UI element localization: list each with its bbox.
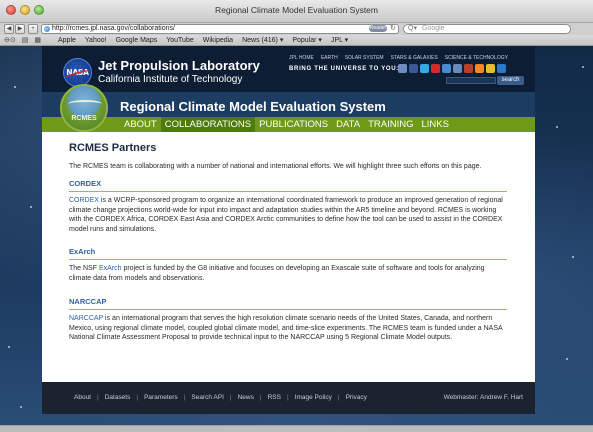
jpl-top-link[interactable]: STARS & GALAXIES	[391, 55, 438, 61]
cordex-link[interactable]: CORDEX	[69, 197, 99, 204]
twitter-icon[interactable]	[420, 64, 429, 73]
footer-link[interactable]: Datasets	[105, 394, 131, 401]
browser-toolbar: ◀ ▶ + http://rcmes.jpl.nasa.gov/collabor…	[0, 23, 593, 35]
rcmes-title: Regional Climate Model Evaluation System	[120, 99, 386, 114]
bookmark-item[interactable]: Popular ▾	[292, 36, 322, 45]
footer-link[interactable]: Privacy	[346, 394, 367, 401]
address-bar[interactable]: http://rcmes.jpl.nasa.gov/collaborations…	[41, 24, 399, 34]
search-input[interactable]: Q▾ Google	[403, 24, 571, 34]
reading-list-icon[interactable]: ⊖⊙	[4, 36, 16, 45]
web-page: NASA Jet Propulsion Laboratory Californi…	[42, 46, 535, 414]
flickr-icon[interactable]	[442, 64, 451, 73]
nasa-logo[interactable]: NASA	[63, 58, 92, 87]
forward-button[interactable]: ▶	[15, 24, 25, 34]
narccap-text: NARCCAP is an international program that…	[69, 315, 503, 341]
footer-link[interactable]: Parameters	[144, 394, 178, 401]
page-title: RCMES Partners	[69, 142, 157, 154]
main-content: RCMES Partners The RCMES team is collabo…	[42, 132, 535, 382]
footer-link[interactable]: Search API	[191, 394, 224, 401]
jpl-top-link[interactable]: SOLAR SYSTEM	[345, 55, 384, 61]
bookmark-icons: ⊖⊙ ▤ ▦	[4, 36, 41, 45]
cordex-text: CORDEX is a WCRP-sponsored program to or…	[69, 197, 503, 233]
show-all-bookmarks-icon[interactable]: ▤	[22, 36, 29, 45]
jpl-subtitle: California Institute of Technology	[98, 74, 243, 85]
bookmark-item[interactable]: JPL ▾	[331, 36, 348, 45]
exarch-text: The NSF ExArch project is funded by the …	[69, 265, 485, 282]
bookmark-item[interactable]: News (416) ▾	[242, 36, 283, 45]
facebook-icon[interactable]	[409, 64, 418, 73]
bookmark-item[interactable]: Yahoo!	[85, 36, 107, 45]
mobile-icon[interactable]	[453, 64, 462, 73]
rss-icon[interactable]	[475, 64, 484, 73]
rcmes-nav: ABOUT COLLABORATIONS PUBLICATIONS DATA T…	[42, 117, 535, 132]
jpl-tagline: BRING THE UNIVERSE TO YOU:	[289, 66, 399, 72]
nav-collaborations[interactable]: COLLABORATIONS	[160, 117, 256, 132]
bookmark-item[interactable]: Apple	[58, 36, 76, 45]
nav-publications[interactable]: PUBLICATIONS	[255, 117, 332, 132]
back-button[interactable]: ◀	[4, 24, 14, 34]
top-sites-icon[interactable]: ▦	[34, 36, 41, 45]
jpl-top-link[interactable]: EARTH	[321, 55, 338, 61]
status-bar	[0, 425, 593, 432]
jpl-search-button[interactable]: search	[497, 76, 524, 85]
podcast-icon[interactable]	[486, 64, 495, 73]
window-title: Regional Climate Model Evaluation System	[215, 5, 378, 15]
social-icons	[398, 64, 506, 73]
window-titlebar: Regional Climate Model Evaluation System	[0, 0, 593, 23]
ustream-icon[interactable]	[464, 64, 473, 73]
section-heading-narccap: NARCCAP	[69, 297, 507, 310]
webmaster-credit: Webmaster: Andrew F. Hart	[443, 394, 523, 401]
nav-training[interactable]: TRAINING	[364, 117, 417, 132]
bookmarks-bar: ⊖⊙ ▤ ▦ Apple Yahoo! Google Maps YouTube …	[0, 35, 593, 46]
nav-about[interactable]: ABOUT	[120, 117, 161, 132]
reader-button[interactable]: Reader	[369, 25, 387, 32]
rcmes-logo[interactable]: RCMES	[60, 84, 108, 132]
address-bar-url: http://rcmes.jpl.nasa.gov/collaborations…	[52, 25, 175, 32]
jpl-header: NASA Jet Propulsion Laboratory Californi…	[42, 46, 535, 92]
footer-link[interactable]: RSS	[268, 394, 281, 401]
bookmark-item[interactable]: Wikipedia	[203, 36, 233, 45]
youtube-icon[interactable]	[431, 64, 440, 73]
footer-link[interactable]: News	[238, 394, 254, 401]
globe-icon	[44, 26, 50, 32]
jpl-title[interactable]: Jet Propulsion Laboratory	[98, 58, 260, 73]
footer-link[interactable]: Image Policy	[295, 394, 332, 401]
footer: About | Datasets | Parameters | Search API |…	[42, 382, 535, 414]
bookmark-list: Apple Yahoo! Google Maps YouTube Wikiped…	[58, 36, 348, 45]
search-placeholder: Google	[422, 25, 445, 32]
exarch-link[interactable]: ExArch	[99, 265, 122, 272]
nav-data[interactable]: DATA	[332, 117, 364, 132]
nav-links[interactable]: LINKS	[417, 117, 452, 132]
reload-icon[interactable]: ↻	[390, 24, 396, 33]
intro-text: The RCMES team is collaborating with a n…	[69, 163, 482, 170]
jpl-search-input[interactable]	[446, 77, 496, 84]
app-icon[interactable]	[497, 64, 506, 73]
footer-links: About | Datasets | Parameters | Search API |…	[74, 394, 367, 401]
jpl-top-links: JPL HOME EARTH SOLAR SYSTEM STARS & GALA…	[289, 55, 508, 61]
bookmark-item[interactable]: YouTube	[166, 36, 194, 45]
narccap-link[interactable]: NARCCAP	[69, 315, 103, 322]
jpl-top-link[interactable]: JPL HOME	[289, 55, 314, 61]
footer-link[interactable]: About	[74, 394, 91, 401]
bookmark-item[interactable]: Google Maps	[116, 36, 158, 45]
section-heading-cordex: CORDEX	[69, 179, 507, 192]
jpl-top-link[interactable]: SCIENCE & TECHNOLOGY	[445, 55, 508, 61]
add-bookmark-button[interactable]: +	[28, 24, 38, 34]
search-icon: Q▾	[408, 25, 417, 32]
email-icon[interactable]	[398, 64, 407, 73]
section-heading-exarch: ExArch	[69, 247, 507, 260]
